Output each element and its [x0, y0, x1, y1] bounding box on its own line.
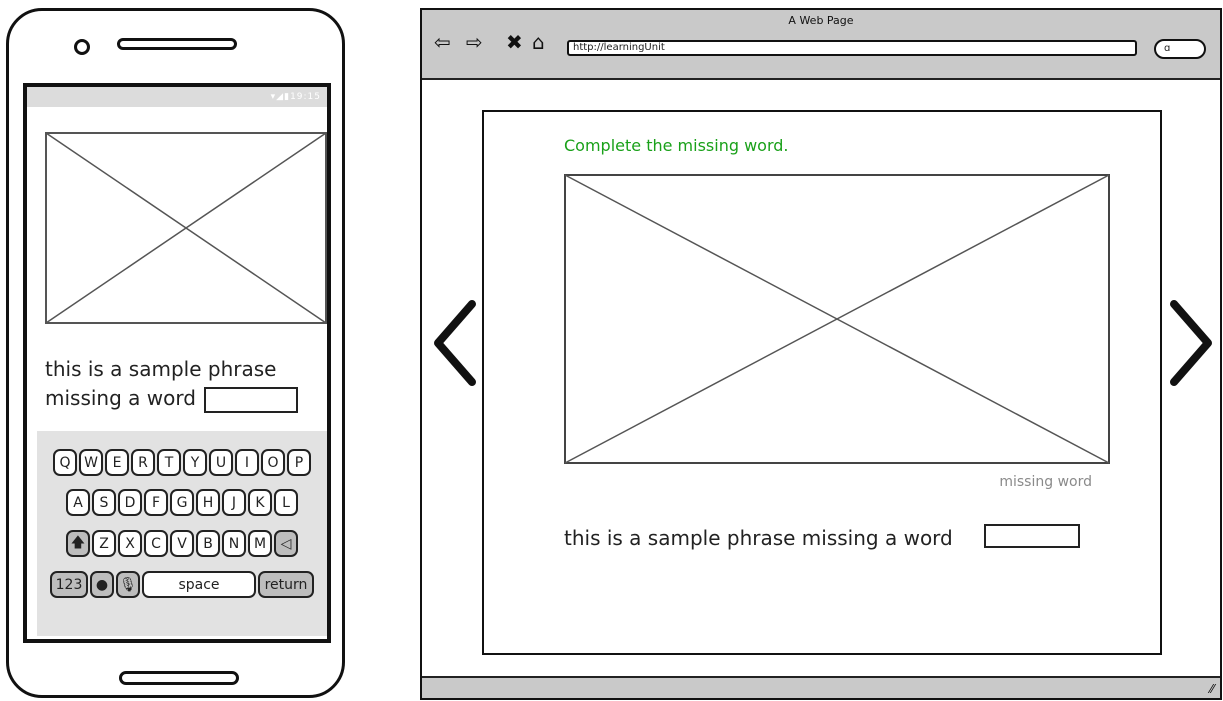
key-y[interactable]: Y: [183, 449, 207, 476]
key-i[interactable]: I: [235, 449, 259, 476]
missing-word-input[interactable]: [984, 524, 1080, 548]
key-q[interactable]: Q: [53, 449, 77, 476]
key-b[interactable]: B: [196, 530, 220, 557]
phrase-line-2: missing a word: [45, 386, 196, 410]
home-icon[interactable]: ⌂: [532, 32, 545, 52]
search-button[interactable]: ɑ: [1154, 39, 1206, 59]
key-c[interactable]: C: [144, 530, 168, 557]
key-s[interactable]: S: [92, 489, 116, 516]
speaker-slot: [117, 38, 237, 50]
key-g[interactable]: G: [170, 489, 194, 516]
key-r[interactable]: R: [131, 449, 155, 476]
browser-toolbar: A Web Page ⇦ ⇨ ✖ ⌂ http://learningUnit ɑ: [422, 10, 1220, 80]
key-f[interactable]: F: [144, 489, 168, 516]
missing-word-input[interactable]: [203, 386, 298, 413]
image-caption: missing word: [999, 474, 1092, 490]
keyboard-row-1: QWERTYUIOP: [37, 449, 327, 476]
search-icon: ɑ: [1164, 43, 1171, 54]
phone-screen: ▾◢▮ 19:15 this is a sample phrase missin…: [23, 83, 331, 643]
phrase-line-1: this is a sample phrase: [45, 357, 277, 381]
key-e[interactable]: E: [105, 449, 129, 476]
globe-icon: ●: [95, 576, 109, 593]
keyboard-row-3: 🡅 Z X C V B N M ◁: [37, 530, 327, 557]
image-placeholder: [45, 132, 327, 324]
return-key[interactable]: return: [258, 571, 314, 598]
key-o[interactable]: O: [261, 449, 285, 476]
shift-key[interactable]: 🡅: [66, 530, 90, 557]
key-h[interactable]: H: [196, 489, 220, 516]
home-button[interactable]: [119, 671, 239, 685]
learning-card: Complete the missing word. missing word …: [482, 110, 1162, 655]
key-t[interactable]: T: [157, 449, 181, 476]
key-p[interactable]: P: [287, 449, 311, 476]
phrase-text: this is a sample phrase missing a word: [564, 526, 953, 550]
space-key[interactable]: space: [142, 571, 256, 598]
numbers-key[interactable]: 123: [50, 571, 88, 598]
shift-icon: 🡅: [70, 534, 86, 551]
backspace-key[interactable]: ◁: [274, 530, 298, 557]
close-icon[interactable]: ✖: [506, 32, 523, 52]
signal-icon: ▾◢▮: [270, 92, 291, 102]
instruction-text: Complete the missing word.: [564, 136, 789, 155]
backspace-icon: ◁: [280, 535, 292, 552]
resize-grip-icon[interactable]: ⁄⁄: [1210, 682, 1214, 696]
key-u[interactable]: U: [209, 449, 233, 476]
microphone-key[interactable]: 🎙: [116, 571, 140, 598]
key-m[interactable]: M: [248, 530, 272, 557]
key-d[interactable]: D: [118, 489, 142, 516]
phrase-text: this is a sample phrase missing a word: [45, 355, 325, 413]
key-k[interactable]: K: [248, 489, 272, 516]
status-bar: ▾◢▮ 19:15: [27, 87, 327, 107]
key-z[interactable]: Z: [92, 530, 116, 557]
chevron-left-icon[interactable]: [432, 300, 478, 386]
phone-frame: ▾◢▮ 19:15 this is a sample phrase missin…: [6, 8, 345, 698]
key-a[interactable]: A: [66, 489, 90, 516]
chevron-right-icon[interactable]: [1168, 300, 1214, 386]
forward-arrow-icon[interactable]: ⇨: [466, 32, 483, 52]
browser-window: A Web Page ⇦ ⇨ ✖ ⌂ http://learningUnit ɑ…: [420, 8, 1222, 700]
address-bar[interactable]: http://learningUnit: [567, 40, 1137, 56]
key-x[interactable]: X: [118, 530, 142, 557]
status-time: 19:15: [290, 92, 321, 102]
browser-status-bar: ⁄⁄: [422, 676, 1220, 698]
window-title: A Web Page: [788, 14, 854, 27]
onscreen-keyboard: QWERTYUIOP ASDFGHJKL 🡅 Z X C V B N M ◁ 123 ● 🎙 …: [37, 431, 327, 636]
microphone-icon: 🎙: [119, 576, 137, 593]
back-arrow-icon[interactable]: ⇦: [434, 32, 451, 52]
keyboard-row-4: 123 ● 🎙 space return: [37, 571, 327, 598]
image-placeholder: [564, 174, 1110, 464]
key-v[interactable]: V: [170, 530, 194, 557]
key-j[interactable]: J: [222, 489, 246, 516]
keyboard-row-2: ASDFGHJKL: [37, 489, 327, 516]
camera-icon: [74, 39, 90, 55]
key-w[interactable]: W: [79, 449, 103, 476]
key-l[interactable]: L: [274, 489, 298, 516]
key-n[interactable]: N: [222, 530, 246, 557]
globe-key[interactable]: ●: [90, 571, 114, 598]
